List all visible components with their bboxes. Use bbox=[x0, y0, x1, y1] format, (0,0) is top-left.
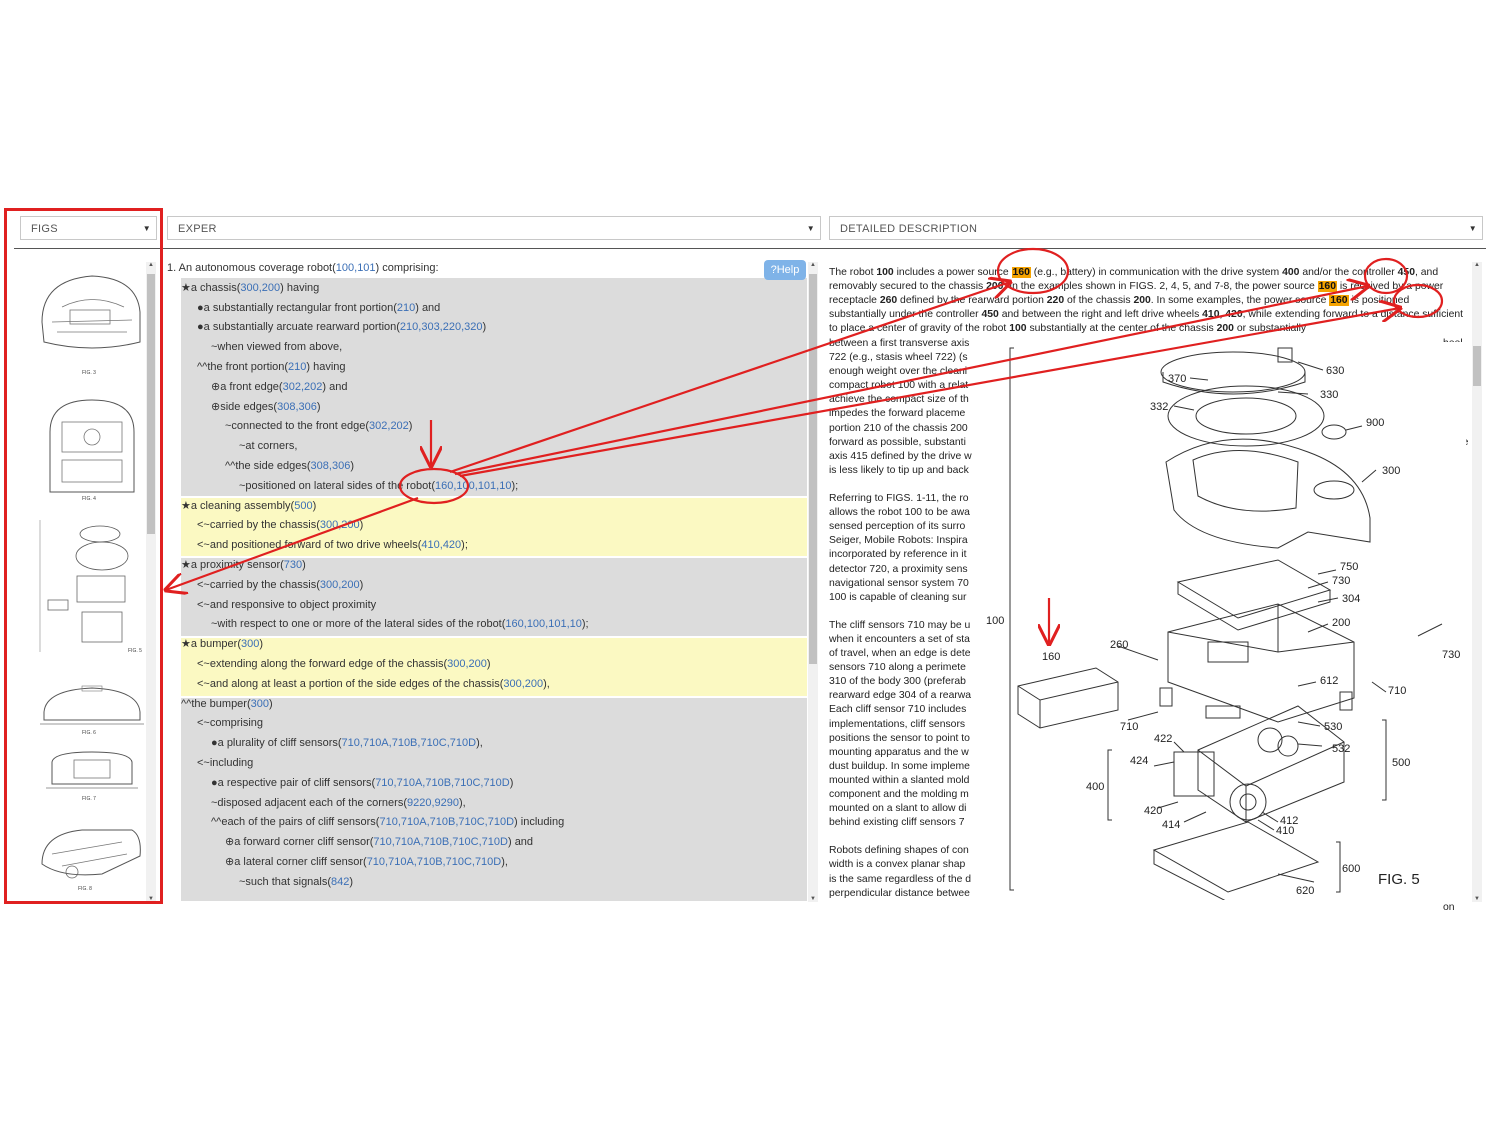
arrow-to-figs-icon bbox=[166, 496, 419, 590]
highlight-circle bbox=[996, 247, 1070, 295]
highlight-circle bbox=[1363, 257, 1409, 295]
arrow-to-text-icon bbox=[454, 286, 1368, 476]
arrow-to-text-icon bbox=[459, 308, 1400, 478]
highlight-circle bbox=[1392, 283, 1444, 319]
annotation-overlay bbox=[0, 247, 1444, 1125]
